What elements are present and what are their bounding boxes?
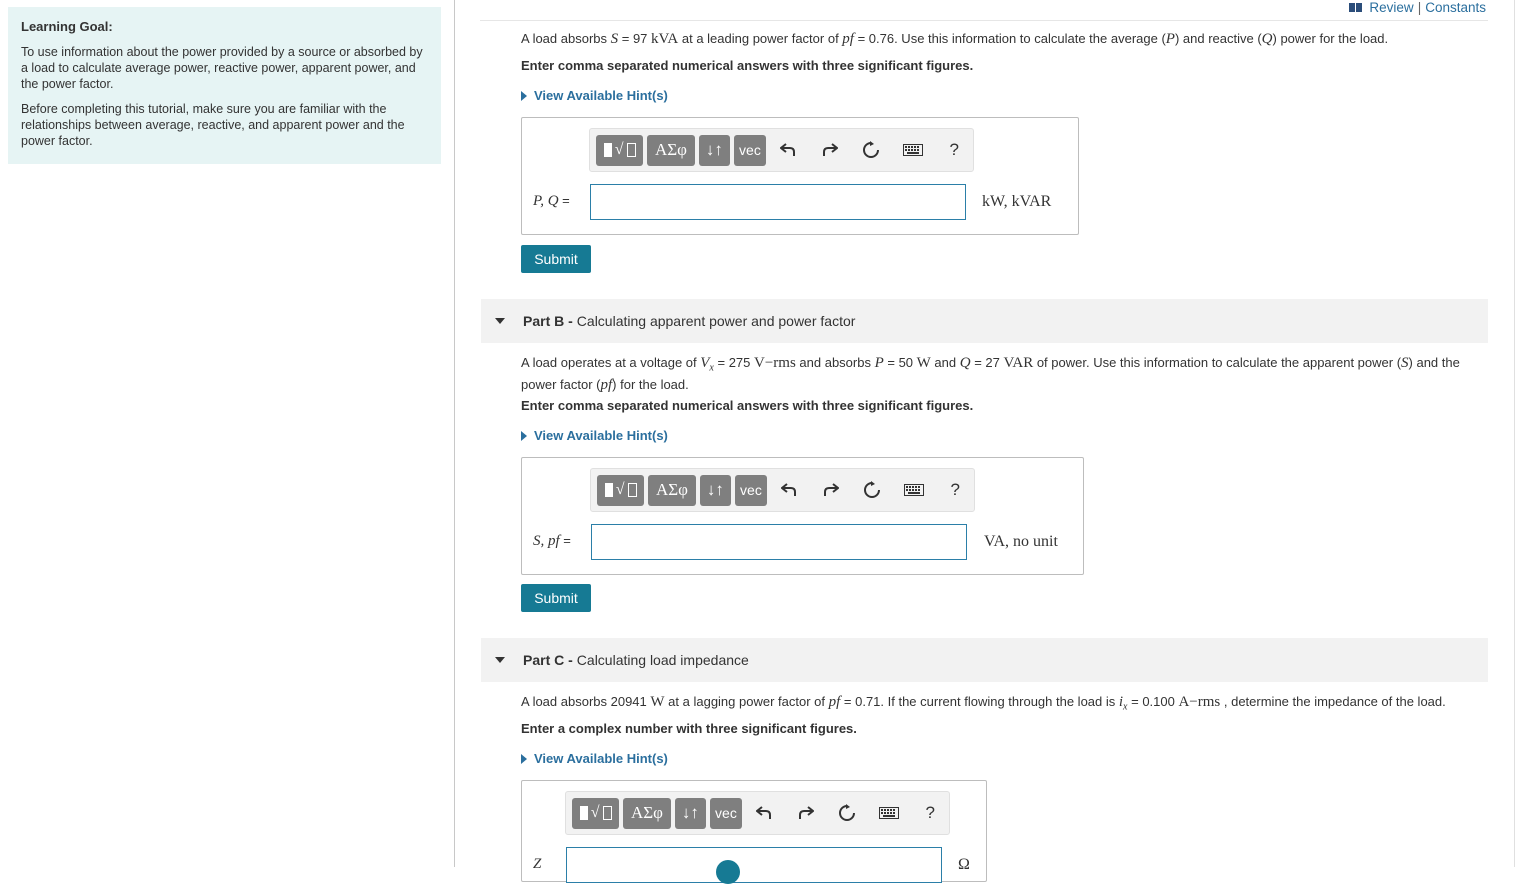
learning-goal-heading: Learning Goal: (21, 19, 113, 34)
caret-down-icon (495, 657, 505, 663)
part-b-math-toolbar: √ ΑΣφ ↓↑ vec ? (590, 468, 975, 512)
constants-link[interactable]: Constants (1425, 0, 1486, 15)
part-b-submit-button[interactable]: Submit (521, 584, 591, 612)
keyboard-icon[interactable] (870, 798, 907, 829)
redo-icon[interactable] (787, 798, 824, 829)
part-c-question: A load absorbs 20941 W at a lagging powe… (521, 694, 1446, 713)
part-b-instruction: Enter comma separated numerical answers … (521, 398, 974, 413)
part-b-title: Calculating apparent power and power fac… (576, 313, 856, 329)
arrows-button[interactable]: ↓↑ (699, 474, 732, 506)
part-c-answer-input[interactable] (566, 847, 942, 883)
undo-icon[interactable] (770, 135, 807, 166)
templates-button[interactable]: √ (572, 797, 620, 829)
templates-button[interactable]: √ (597, 474, 645, 506)
part-b-question: A load operates at a voltage of Vx = 275… (521, 355, 1460, 393)
part-c-instruction: Enter a complex number with three signif… (521, 721, 857, 736)
keyboard-icon[interactable] (895, 475, 932, 506)
book-icon (1349, 3, 1363, 12)
learning-goal-prereq: Before completing this tutorial, make su… (21, 102, 405, 148)
caret-right-icon (521, 753, 527, 764)
part-b-answer-input[interactable] (591, 524, 967, 560)
top-links: Review | Constants (1349, 0, 1486, 15)
part-c-answer-label: Z (533, 856, 542, 872)
help-icon[interactable]: ? (937, 475, 974, 506)
part-a-question: A load absorbs S = 97 kVA at a leading p… (521, 31, 1389, 47)
vector-button[interactable]: vec (710, 797, 742, 829)
greek-symbols-button[interactable]: ΑΣφ (648, 474, 696, 506)
templates-button[interactable]: √ (596, 134, 644, 166)
part-c-math-toolbar: √ ΑΣφ ↓↑ vec ? (565, 791, 950, 835)
part-b-header[interactable]: Part B - Calculating apparent power and … (481, 299, 1488, 343)
part-c-unit: Ω (958, 856, 970, 873)
help-icon[interactable]: ? (936, 135, 973, 166)
review-link[interactable]: Review (1369, 0, 1413, 15)
redo-icon[interactable] (811, 135, 848, 166)
reset-icon[interactable] (854, 475, 891, 506)
help-icon[interactable]: ? (912, 798, 949, 829)
part-a-math-toolbar: √ ΑΣφ ↓↑ vec ? (589, 128, 974, 172)
part-c-hint-link[interactable]: View Available Hint(s) (521, 751, 668, 766)
reset-icon[interactable] (829, 798, 866, 829)
learning-goal-panel: Learning Goal: To use information about … (8, 7, 441, 164)
right-edge-divider (1514, 0, 1515, 867)
redo-icon[interactable] (812, 475, 849, 506)
part-c-title: Calculating load impedance (576, 652, 749, 668)
undo-icon[interactable] (746, 798, 783, 829)
link-separator: | (1417, 0, 1422, 15)
arrows-button[interactable]: ↓↑ (674, 797, 707, 829)
part-a-hint-link[interactable]: View Available Hint(s) (521, 88, 668, 103)
vector-button[interactable]: vec (734, 134, 766, 166)
part-b-answer-label: S, pf = (533, 533, 571, 549)
part-b-unit: VA, no unit (984, 533, 1058, 550)
reset-icon[interactable] (853, 135, 890, 166)
top-rule (480, 20, 1488, 21)
caret-down-icon (495, 318, 505, 324)
part-a-submit-button[interactable]: Submit (521, 245, 591, 273)
part-a-unit: kW, kVAR (982, 193, 1052, 210)
arrows-button[interactable]: ↓↑ (698, 134, 731, 166)
caret-right-icon (521, 430, 527, 441)
keyboard-icon[interactable] (894, 135, 931, 166)
cursor-indicator-icon (716, 860, 740, 884)
part-a-instruction: Enter comma separated numerical answers … (521, 58, 974, 73)
panel-divider (454, 0, 455, 867)
part-c-header[interactable]: Part C - Calculating load impedance (481, 638, 1488, 682)
learning-goal-text: To use information about the power provi… (21, 45, 423, 91)
part-a-answer-label: P, Q = (533, 193, 570, 209)
part-c-name: Part C - (523, 652, 573, 668)
caret-right-icon (521, 90, 527, 101)
greek-symbols-button[interactable]: ΑΣφ (623, 797, 671, 829)
part-b-name: Part B - (523, 313, 573, 329)
undo-icon[interactable] (771, 475, 808, 506)
part-b-hint-link[interactable]: View Available Hint(s) (521, 428, 668, 443)
part-a-answer-input[interactable] (590, 184, 966, 220)
vector-button[interactable]: vec (735, 474, 767, 506)
greek-symbols-button[interactable]: ΑΣφ (647, 134, 695, 166)
